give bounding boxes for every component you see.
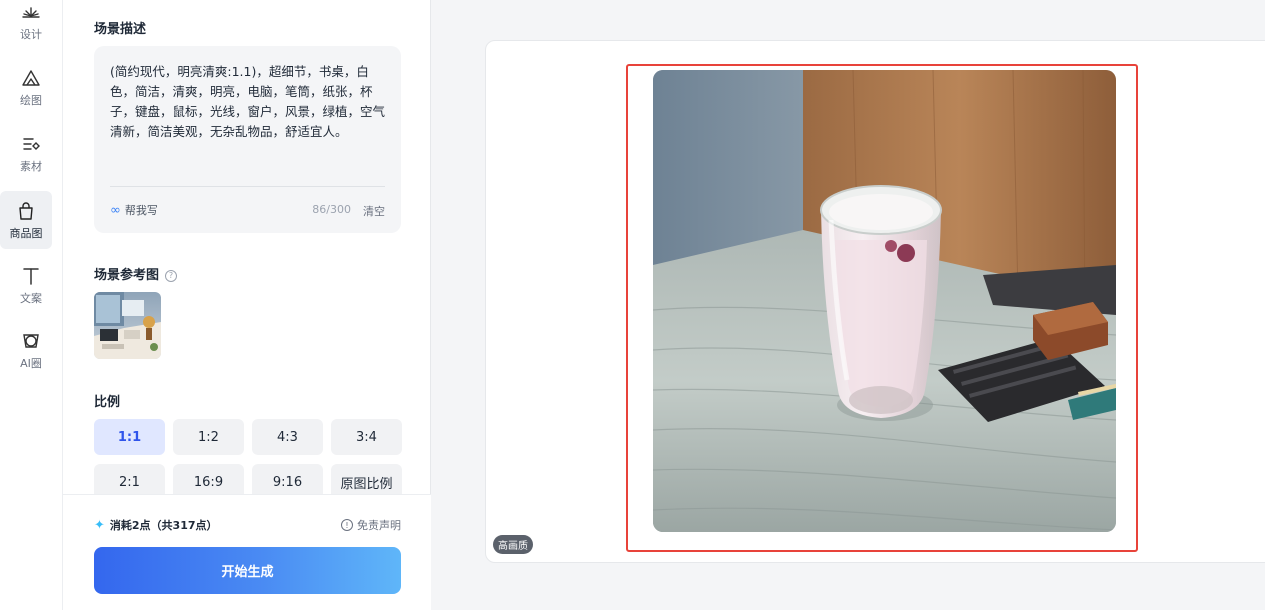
nav-item-label: 绘图 xyxy=(20,93,42,107)
settings-panel: 场景描述 (简约现代，明亮清爽:1.1)，超细节，书桌，白色，简洁，清爽，明亮，… xyxy=(63,0,431,610)
nav-item-design[interactable]: 设计 xyxy=(5,0,57,50)
scene-reference-thumbnail[interactable] xyxy=(94,292,161,359)
ratio-option-3-4[interactable]: 3:4 xyxy=(331,419,402,455)
ratio-option-1-2[interactable]: 1:2 xyxy=(173,419,244,455)
nav-item-assets[interactable]: 素材 xyxy=(5,124,57,182)
draw-icon xyxy=(20,67,42,89)
ratio-option-original[interactable]: 原图比例 xyxy=(331,464,402,495)
shopping-bag-icon xyxy=(15,200,37,222)
ratio-option-2-1[interactable]: 2:1 xyxy=(94,464,165,495)
quality-badge: 高画质 xyxy=(493,535,533,554)
selection-highlight xyxy=(626,64,1138,552)
disclaimer-link[interactable]: ! 免责声明 xyxy=(341,517,401,533)
info-icon: ! xyxy=(341,519,353,531)
generate-footer: ✦ 消耗2点（共317点） ! 免责声明 开始生成 xyxy=(63,494,431,610)
scene-description-box[interactable]: (简约现代，明亮清爽:1.1)，超细节，书桌，白色，简洁，清爽，明亮，电脑，笔筒… xyxy=(94,46,401,233)
nav-item-product-image[interactable]: 商品图 xyxy=(0,191,52,249)
scene-reference-title: 场景参考图? xyxy=(94,264,178,283)
nav-item-label: 设计 xyxy=(20,27,42,41)
scene-reference-label: 场景参考图 xyxy=(94,268,160,283)
ratio-options: 1:1 1:2 4:3 3:4 2:1 16:9 9:16 原图比例 xyxy=(94,419,402,495)
char-count: 86/300 xyxy=(312,203,351,216)
help-write-button[interactable]: ∞ 帮我写 xyxy=(110,202,158,218)
nav-item-label: AI圈 xyxy=(20,356,42,370)
nav-item-label: 文案 xyxy=(20,291,42,305)
scene-description-input[interactable]: (简约现代，明亮清爽:1.1)，超细节，书桌，白色，简洁，清爽，明亮，电脑，笔筒… xyxy=(110,62,388,142)
ratio-option-4-3[interactable]: 4:3 xyxy=(252,419,323,455)
nav-item-label: 商品图 xyxy=(9,226,43,240)
nav-item-draw[interactable]: 绘图 xyxy=(5,58,57,116)
nav-item-ai-circle[interactable]: AI圈 xyxy=(5,321,57,379)
assets-icon xyxy=(20,133,42,155)
start-generate-button[interactable]: 开始生成 xyxy=(94,547,401,594)
ratio-title: 比例 xyxy=(94,395,121,410)
question-icon[interactable]: ? xyxy=(165,269,178,282)
ai-circle-icon xyxy=(20,330,42,352)
nav-rail: 设计 绘图 素材 商品图 文案 AI圈 xyxy=(0,0,63,610)
nav-item-copywriting[interactable]: 文案 xyxy=(5,256,57,314)
disclaimer-label: 免责声明 xyxy=(357,519,401,532)
ratio-option-9-16[interactable]: 9:16 xyxy=(252,464,323,495)
text-icon xyxy=(20,265,42,287)
clear-button[interactable]: 清空 xyxy=(363,203,385,219)
ratio-option-16-9[interactable]: 16:9 xyxy=(173,464,244,495)
ratio-option-1-1[interactable]: 1:1 xyxy=(94,419,165,455)
infinity-icon: ∞ xyxy=(110,202,121,218)
divider xyxy=(110,186,385,187)
help-write-label: 帮我写 xyxy=(124,204,158,217)
sparkle-icon: ✦ xyxy=(94,517,105,533)
nav-item-label: 素材 xyxy=(20,159,42,173)
design-icon xyxy=(20,1,42,23)
cost-info: ✦ 消耗2点（共317点） xyxy=(94,517,218,533)
cost-label: 消耗2点（共317点） xyxy=(109,519,218,532)
scene-description-title: 场景描述 xyxy=(94,22,147,37)
